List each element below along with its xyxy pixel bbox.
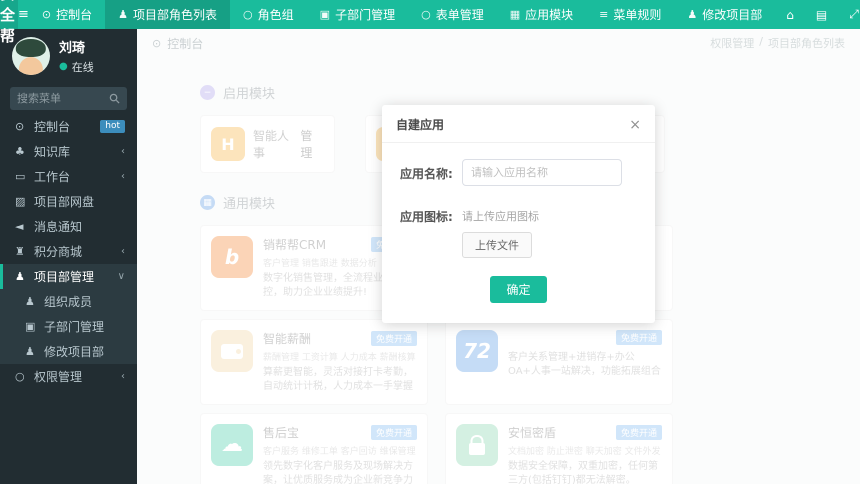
home-button[interactable]: ⌂ — [775, 0, 805, 29]
nav-item-console[interactable]: ⊙ 控制台 — [29, 0, 105, 29]
users-icon: ♟ — [118, 8, 129, 21]
user-name: 刘琦 — [59, 41, 86, 56]
main-content: ⊙ 控制台 权限管理 / 项目部角色列表 − 启用模块 H 智能人事 管理 — [137, 29, 860, 484]
sidebar-submenu: ♟ 组织成员 ▣ 子部门管理 ♟ 修改项目部 — [0, 289, 137, 364]
modal-footer: 确定 — [400, 274, 637, 303]
image-icon: ▨ — [15, 195, 26, 208]
sidebar-item-org-members[interactable]: ♟ 组织成员 — [0, 289, 137, 314]
user-icon: ♟ — [687, 8, 698, 21]
search-icon — [109, 93, 120, 104]
modal-header: 自建应用 × — [382, 105, 655, 143]
sidebar-item-netdisk[interactable]: ▨ 项目部网盘 — [0, 189, 137, 214]
upload-file-button[interactable]: 上传文件 — [462, 232, 532, 258]
app-name-row: 应用名称: — [400, 159, 637, 186]
search-input[interactable] — [17, 92, 109, 105]
list-icon: ≡ — [599, 8, 609, 21]
upload-hint: 请上传应用图标 — [462, 210, 539, 223]
hamburger-icon: ≡ — [18, 7, 29, 22]
nav-item-label: 修改项目部 — [702, 8, 763, 22]
nav-item-label: 角色组 — [257, 8, 294, 22]
home-icon: ⌂ — [786, 7, 794, 22]
sidebar-user-panel: 刘琦 ● 在线 — [0, 29, 137, 81]
fullscreen-button[interactable]: ⤢ — [838, 0, 860, 29]
briefcase-icon: ▣ — [25, 320, 36, 333]
circle-icon: ○ — [15, 370, 25, 383]
top-navbar: 安全帮 ≡ ⊙ 控制台 ♟ 项目部角色列表 ○ 角色组 ▣ 子部门管理 ○ — [0, 0, 860, 45]
chevron-left-icon: ‹ — [121, 246, 125, 257]
file-icon: ▤ — [815, 7, 828, 22]
app-window: 安全帮 ≡ ⊙ 控制台 ♟ 项目部角色列表 ○ 角色组 ▣ 子部门管理 ○ — [0, 0, 860, 484]
nav-item-label: 表单管理 — [435, 8, 484, 22]
user-status: ● 在线 — [59, 59, 94, 75]
users-icon: ♟ — [15, 270, 25, 283]
desktop-icon: ▭ — [15, 170, 26, 183]
chevron-left-icon: ‹ — [121, 371, 125, 382]
nav-item-label: 菜单规则 — [613, 8, 662, 22]
nav-item-app-modules[interactable]: ▦ 应用模块 — [497, 0, 586, 29]
nav-item-label: 控制台 — [56, 8, 93, 22]
online-dot-icon: ● — [59, 61, 68, 72]
confirm-button[interactable]: 确定 — [490, 276, 547, 303]
bank-icon: ♜ — [15, 245, 25, 258]
sidebar-item-permission-management[interactable]: ○ 权限管理 ‹ — [0, 364, 137, 389]
sidebar-menu: ⊙ 控制台 hot ♣ 知识库 ‹ ▭ 工作台 ‹ ▨ 项目部网盘 ◄ 消息通知 — [0, 114, 137, 389]
nav-item-role-group[interactable]: ○ 角色组 — [230, 0, 307, 29]
dashboard-icon: ⊙ — [41, 8, 52, 21]
sidebar-item-department-management[interactable]: ♟ 项目部管理 ∨ — [0, 264, 137, 289]
sidebar-toggle-button[interactable]: ≡ — [18, 0, 29, 29]
user-icon: ♟ — [25, 345, 35, 358]
grid-icon: ▦ — [509, 8, 521, 21]
sidebar-item-sub-department[interactable]: ▣ 子部门管理 — [0, 314, 137, 339]
hot-badge: hot — [100, 119, 125, 134]
app-name-label: 应用名称: — [400, 167, 453, 181]
dashboard-icon: ⊙ — [15, 120, 25, 133]
app-icon-row: 应用图标: 请上传应用图标 上传文件 — [400, 202, 637, 258]
nav-item-menu-rules[interactable]: ≡ 菜单规则 — [586, 0, 674, 29]
circle-icon: ○ — [243, 8, 253, 21]
expand-icon: ⤢ — [849, 7, 859, 21]
briefcase-icon: ▣ — [319, 8, 331, 21]
chevron-left-icon: ‹ — [121, 146, 125, 157]
app-logo: 安全帮 — [0, 0, 19, 45]
nav-item-label: 项目部角色列表 — [133, 8, 218, 22]
user-icon: ♟ — [25, 295, 35, 308]
file-button[interactable]: ▤ — [805, 0, 838, 29]
app-name-input[interactable] — [462, 159, 622, 186]
nav-item-sub-department[interactable]: ▣ 子部门管理 — [307, 0, 408, 29]
user-status-label: 在线 — [71, 61, 94, 74]
circle-icon: ○ — [421, 8, 431, 21]
app-icon-label: 应用图标: — [400, 210, 453, 224]
speaker-icon: ◄ — [15, 220, 24, 233]
nav-item-edit-department[interactable]: ♟ 修改项目部 — [674, 0, 775, 29]
close-icon[interactable]: × — [629, 118, 641, 132]
nav-item-form-management[interactable]: ○ 表单管理 — [408, 0, 497, 29]
sidebar-item-edit-department[interactable]: ♟ 修改项目部 — [0, 339, 137, 364]
search-button[interactable] — [109, 93, 120, 104]
navbar-menu: ⊙ 控制台 ♟ 项目部角色列表 ○ 角色组 ▣ 子部门管理 ○ 表单管理 ▦ 应… — [29, 0, 775, 29]
sidebar-item-workbench[interactable]: ▭ 工作台 ‹ — [0, 164, 137, 189]
sidebar-search — [10, 87, 127, 110]
sidebar-item-knowledge-base[interactable]: ♣ 知识库 ‹ — [0, 139, 137, 164]
nav-item-role-list[interactable]: ♟ 项目部角色列表 — [105, 0, 231, 29]
nav-item-label: 应用模块 — [525, 8, 574, 22]
navbar-right: ⌂ ▤ ⤢ 刘琦 ⚙ — [775, 0, 860, 29]
knowledge-icon: ♣ — [15, 145, 25, 158]
modal-body: 应用名称: 应用图标: 请上传应用图标 上传文件 确定 — [382, 143, 655, 323]
nav-item-label: 子部门管理 — [335, 8, 396, 22]
chevron-left-icon: ‹ — [121, 171, 125, 182]
sidebar-item-console[interactable]: ⊙ 控制台 hot — [0, 114, 137, 139]
sidebar-item-points-mall[interactable]: ♜ 积分商城 ‹ — [0, 239, 137, 264]
sidebar: 刘琦 ● 在线 ⊙ 控制台 hot ♣ 知识库 ‹ — [0, 29, 137, 484]
self-built-app-modal: 自建应用 × 应用名称: 应用图标: 请上传应用图标 上传文件 确定 — [382, 105, 655, 323]
chevron-down-icon: ∨ — [117, 271, 125, 282]
sidebar-item-notifications[interactable]: ◄ 消息通知 — [0, 214, 137, 239]
modal-title: 自建应用 — [396, 118, 445, 132]
